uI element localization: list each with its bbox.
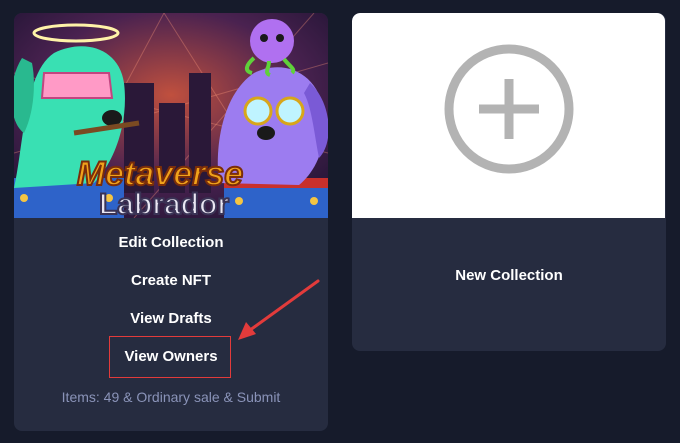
collection-meta: Items: 49 & Ordinary sale & Submit: [61, 389, 281, 405]
cover-title-line2: Labrador: [99, 188, 229, 218]
collection-card: Metaverse Labrador Edit Collection Creat…: [14, 13, 328, 431]
collection-cover-image[interactable]: Metaverse Labrador: [14, 13, 328, 218]
new-collection-card[interactable]: New Collection: [352, 13, 666, 351]
edit-collection-link[interactable]: Edit Collection: [14, 234, 328, 251]
new-collection-cover[interactable]: [352, 13, 665, 218]
plus-circle-icon[interactable]: [443, 43, 575, 175]
create-nft-link[interactable]: Create NFT: [14, 272, 328, 289]
new-collection-label[interactable]: New Collection: [352, 267, 666, 284]
view-owners-link[interactable]: View Owners: [14, 348, 328, 365]
view-drafts-link[interactable]: View Drafts: [14, 310, 328, 327]
